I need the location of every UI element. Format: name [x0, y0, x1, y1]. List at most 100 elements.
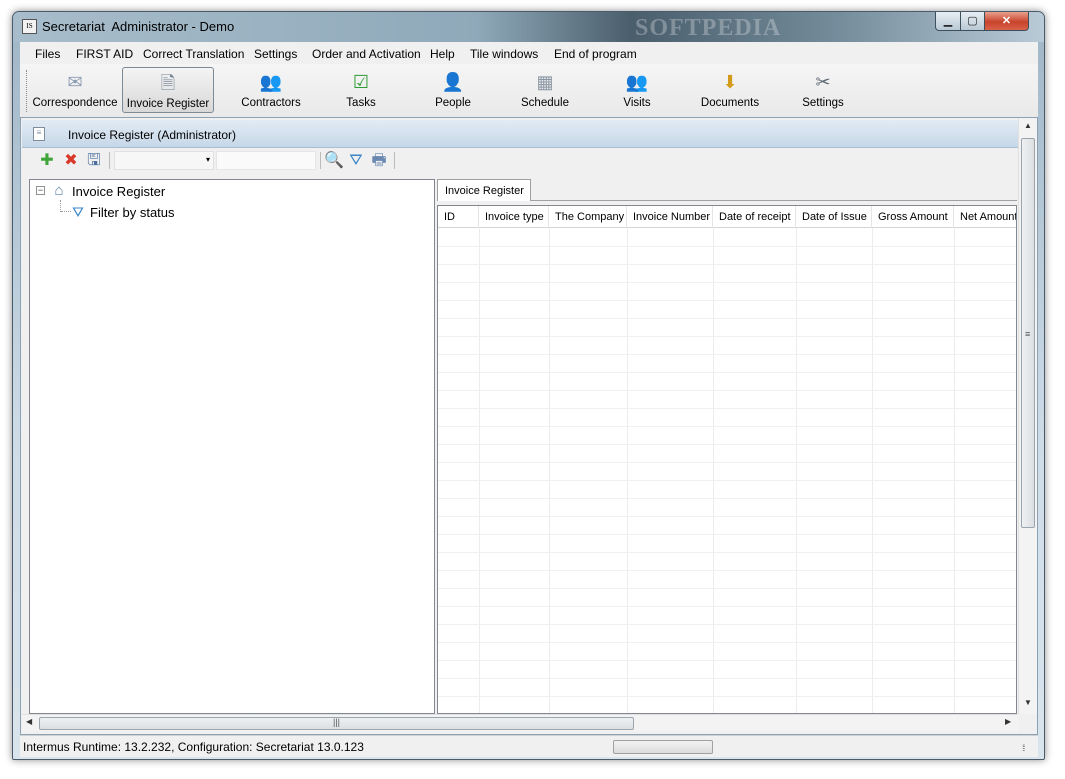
watermark: SOFTPEDIA [635, 15, 782, 41]
client-area: ≡ Invoice Register (Administrator) ✚ ✖ 🖫… [20, 117, 1038, 735]
menu-help[interactable]: Help [430, 47, 455, 61]
scroll-right-icon[interactable]: ▶ [1005, 717, 1011, 726]
filter-icon: ⛛ [72, 204, 84, 220]
document-icon: ≡ [33, 127, 45, 141]
grid-row-line [438, 696, 1016, 697]
horizontal-scrollbar[interactable]: ◀ ||| ▶ [22, 714, 1018, 731]
window-title: Secretariat Administrator - Demo [42, 19, 235, 34]
invoice-icon: 🗎 [160, 73, 176, 93]
schedule-icon: ▦ [536, 72, 554, 92]
grid-row-line [438, 462, 1016, 463]
grid-row-line [438, 372, 1016, 373]
toolbar-separator [394, 152, 395, 169]
toolbar-visits-button[interactable]: 👥 Visits [597, 67, 677, 113]
menu-first-aid[interactable]: FIRST AID [76, 47, 133, 61]
grid-row-line [438, 588, 1016, 589]
vertical-scroll-thumb[interactable]: ≡ [1021, 138, 1035, 528]
search-input[interactable] [216, 151, 316, 170]
scroll-down-icon[interactable]: ▼ [1024, 698, 1032, 707]
column-header-net-amount[interactable]: Net Amount [954, 206, 1016, 228]
toolbar-label: Documents [700, 97, 760, 109]
scroll-up-icon[interactable]: ▲ [1024, 121, 1032, 130]
resize-grip-icon[interactable]: ⁞⁞⁞ [1022, 743, 1025, 753]
panel-toolbar: ✚ ✖ 🖫 ▾ 🔍 ⛛ 🖶 [22, 149, 1018, 173]
column-header-date-of-issue[interactable]: Date of Issue [796, 206, 872, 228]
menu-order-activation[interactable]: Order and Activation [312, 47, 421, 61]
status-progress [613, 740, 713, 754]
grid-row-line [438, 642, 1016, 643]
tree-node-filter-by-status[interactable]: Filter by status [90, 205, 175, 220]
grid-row-line [438, 336, 1016, 337]
toolbar-tasks-button[interactable]: ☑ Tasks [321, 67, 401, 113]
grid-row-line [438, 660, 1016, 661]
toolbar-documents-button[interactable]: ⬇ Documents [688, 67, 772, 113]
filter-icon[interactable]: ⛛ [347, 151, 365, 171]
grid-row-line [438, 516, 1016, 517]
menu-bar: Files FIRST AID Correct Translation Sett… [20, 42, 1038, 64]
search-icon[interactable]: 🔍 [324, 151, 344, 171]
title-bar[interactable]: IS Secretariat Administrator - Demo SOFT… [13, 12, 1044, 42]
panel-title: Invoice Register (Administrator) [68, 128, 237, 142]
toolbar-label: Correspondence [32, 97, 118, 109]
panel-header: ≡ Invoice Register (Administrator) [22, 120, 1018, 148]
save-icon[interactable]: 🖫 [85, 151, 103, 171]
tasks-icon: ☑ [352, 72, 370, 92]
menu-end-of-program[interactable]: End of program [554, 47, 637, 61]
toolbar-label: Schedule [521, 97, 569, 109]
delete-icon[interactable]: ✖ [62, 151, 80, 171]
vertical-scrollbar[interactable]: ▲ ≡ ▼ [1018, 118, 1037, 714]
grid-row-line [438, 498, 1016, 499]
filter-combo[interactable]: ▾ [114, 151, 214, 170]
grip-icon: ≡ [1025, 329, 1031, 339]
toolbar-label: People [435, 97, 471, 109]
menu-settings[interactable]: Settings [254, 47, 297, 61]
invoice-grid: ID Invoice type The Company Invoice Numb… [437, 205, 1017, 714]
column-header-invoice-number[interactable]: Invoice Number [627, 206, 713, 228]
settings-icon: ✂ [815, 72, 831, 92]
column-header-company[interactable]: The Company [549, 206, 627, 228]
grid-row-line [438, 354, 1016, 355]
grid-body[interactable] [438, 228, 1016, 713]
toolbar-separator [320, 152, 321, 169]
status-text: Intermus Runtime: 13.2.232, Configuratio… [23, 740, 364, 754]
contractors-icon: 👥 [259, 72, 283, 92]
add-icon[interactable]: ✚ [38, 151, 56, 171]
horizontal-scroll-thumb[interactable]: ||| [39, 717, 634, 730]
toolbar-correspondence-button[interactable]: ✉ Correspondence [32, 67, 118, 113]
toolbar-people-button[interactable]: 👤 People [413, 67, 493, 113]
collapse-toggle[interactable]: − [36, 186, 45, 195]
grip-icon: ||| [333, 717, 341, 727]
toolbar-schedule-button[interactable]: ▦ Schedule [505, 67, 585, 113]
grid-row-line [438, 552, 1016, 553]
column-header-gross-amount[interactable]: Gross Amount [872, 206, 954, 228]
menu-tile-windows[interactable]: Tile windows [470, 47, 538, 61]
maximize-button[interactable]: ▢ [960, 12, 985, 31]
menu-files[interactable]: Files [35, 47, 60, 61]
grid-row-line [438, 390, 1016, 391]
column-header-date-of-receipt[interactable]: Date of receipt [713, 206, 796, 228]
chevron-down-icon[interactable]: ▾ [206, 155, 210, 164]
toolbar-settings-button[interactable]: ✂ Settings [781, 67, 865, 113]
main-window: IS Secretariat Administrator - Demo SOFT… [12, 11, 1045, 760]
scroll-left-icon[interactable]: ◀ [26, 717, 32, 726]
grid-row-line [438, 408, 1016, 409]
tab-invoice-register[interactable]: Invoice Register [437, 179, 531, 201]
column-header-id[interactable]: ID [438, 206, 479, 228]
toolbar-label: Settings [802, 97, 844, 109]
toolbar-grip[interactable] [26, 70, 29, 112]
close-button[interactable]: ✕ [984, 12, 1029, 31]
tree-node-invoice-register[interactable]: Invoice Register [72, 184, 165, 199]
grid-row-line [438, 318, 1016, 319]
app-icon[interactable]: IS [22, 19, 37, 34]
minimize-button[interactable]: ▁ [935, 12, 961, 31]
toolbar-invoice-register-button[interactable]: 🗎 Invoice Register [122, 67, 214, 113]
visits-icon: 👥 [625, 72, 649, 92]
column-header-invoice-type[interactable]: Invoice type [479, 206, 549, 228]
grid-row-line [438, 444, 1016, 445]
toolbar-contractors-button[interactable]: 👥 Contractors [226, 67, 316, 113]
print-icon[interactable]: 🖶 [370, 151, 388, 171]
toolbar-label: Contractors [241, 97, 301, 109]
menu-correct-translation[interactable]: Correct Translation [143, 47, 244, 61]
grid-row-line [438, 678, 1016, 679]
documents-icon: ⬇ [722, 72, 738, 92]
